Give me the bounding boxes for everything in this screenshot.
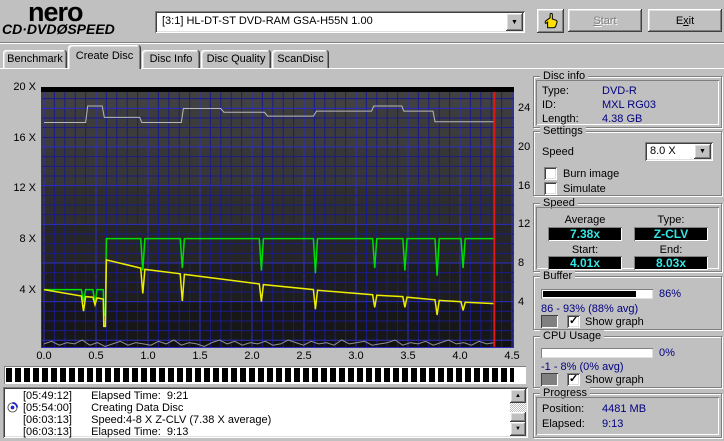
- disc-length-value: 4.38 GB: [602, 113, 643, 125]
- status-log: [05:49:12] Elapsed Time: 9:21 [05:54:00] …: [3, 387, 528, 438]
- speed-start-label: Start:: [571, 244, 599, 256]
- progress-elapsed-value: 9:13: [602, 418, 624, 430]
- cd-dvd-speed-logo: CD·DVDØSPEED: [2, 21, 115, 37]
- speed-end-value: 8.03x: [634, 256, 708, 270]
- toolbar: nero CD·DVDØSPEED [3:1] HL-DT-ST DVD-RAM…: [0, 0, 724, 42]
- speed-select-dropdown-arrow[interactable]: ▼: [694, 144, 711, 159]
- right-axis-tick: 20: [518, 141, 531, 153]
- left-axis-tick: 12 X: [13, 182, 36, 195]
- cpu-range: -1 - 8% (0% avg): [541, 361, 624, 373]
- exit-button[interactable]: Ex it: [648, 9, 722, 32]
- simulate-label: Simulate: [563, 183, 606, 195]
- buffer-groupbox: Buffer 86% 86 - 93% (88% avg) Show graph: [533, 270, 722, 330]
- progress-position-value: 4481 MB: [602, 403, 647, 415]
- buffer-percent: 86%: [659, 288, 682, 300]
- drive-selector-dropdown-arrow[interactable]: ▼: [506, 13, 523, 31]
- cpu-graph-color-swatch[interactable]: [541, 373, 558, 386]
- log-scrollbar[interactable]: ▲ ▼: [510, 389, 526, 436]
- x-axis-tick: 2.0: [244, 350, 260, 362]
- burn-image-label: Burn image: [563, 168, 620, 180]
- speed-type-value: Z-CLV: [634, 227, 708, 241]
- log-line: [05:54:00] Creating Data Disc: [7, 402, 183, 414]
- x-axis-tick: 0.5: [88, 350, 104, 362]
- buffer-show-graph-label: Show graph: [585, 316, 644, 328]
- burn-progress-bar: [4, 366, 526, 384]
- eject-hand-button[interactable]: [537, 9, 564, 33]
- right-axis-tick: 8: [518, 256, 525, 269]
- speed-average-value: 7.38x: [548, 227, 622, 241]
- cpu-meter: [541, 348, 653, 358]
- disc-length-label: Length:: [542, 113, 579, 125]
- x-axis-tick: 3.5: [400, 350, 416, 362]
- scroll-up-button[interactable]: ▲: [510, 389, 526, 403]
- tab-benchmark[interactable]: Benchmark: [3, 50, 67, 69]
- left-axis-tick: 20 X: [13, 81, 36, 93]
- toolbar-divider: [0, 42, 724, 44]
- x-axis-tick: 2.5: [296, 350, 312, 362]
- right-axis-tick: 12: [518, 218, 531, 231]
- speed-end-label: End:: [659, 244, 683, 256]
- x-axis-tick: 4.0: [452, 350, 468, 362]
- disc-type-value: DVD-R: [602, 85, 637, 97]
- disc-id-value: MXL RG03: [602, 99, 657, 111]
- progress-elapsed-label: Elapsed:: [542, 418, 585, 430]
- tab-disc-info[interactable]: Disc Info: [142, 50, 200, 69]
- progress-position-label: Position:: [542, 403, 585, 415]
- disc-type-label: Type:: [542, 85, 569, 97]
- disc-info-groupbox: Disc info Type: DVD-R ID: MXL RG03 Lengt…: [533, 70, 722, 128]
- start-button[interactable]: Start: [568, 9, 642, 32]
- x-axis-tick: 1.0: [140, 350, 156, 362]
- settings-title: Settings: [540, 125, 586, 137]
- buffer-graph-color-swatch[interactable]: [541, 315, 558, 328]
- hand-cursor-icon: [544, 12, 558, 29]
- tab-create-disc[interactable]: Create Disc: [68, 45, 141, 69]
- left-axis-tick: 8 X: [19, 232, 36, 245]
- right-axis-tick: 16: [518, 179, 531, 192]
- right-axis-tick: 24: [518, 102, 531, 115]
- buffer-show-graph-checkbox[interactable]: [567, 314, 580, 328]
- log-line: [05:49:12] Elapsed Time: 9:21: [23, 390, 189, 402]
- burn-progress-fill: [6, 368, 514, 382]
- scroll-down-button[interactable]: ▼: [510, 422, 526, 436]
- log-line: [06:03:13] Elapsed Time: 9:13: [23, 426, 189, 438]
- buffer-meter-fill: [543, 291, 636, 297]
- cpu-groupbox: CPU Usage 0% -1 - 8% (0% avg) Show graph: [533, 330, 722, 388]
- burn-status-icon: [7, 402, 18, 413]
- speed-select-label: Speed: [542, 146, 574, 158]
- speed-select-combobox[interactable]: 8.0 X ▼: [645, 142, 713, 161]
- left-axis-tick: 16 X: [13, 131, 36, 144]
- x-axis-tick: 4.5: [504, 350, 520, 362]
- speed-groupbox: Speed Average Type: 7.38x Z-CLV Start: E…: [533, 197, 722, 272]
- write-speed-chart: [41, 87, 514, 348]
- cpu-show-graph-checkbox[interactable]: [567, 372, 580, 386]
- left-axis-tick: 4 X: [19, 283, 36, 296]
- cpu-percent: 0%: [659, 347, 675, 359]
- progress-groupbox: Progress Position: 4481 MB Elapsed: 9:13: [533, 387, 722, 438]
- burn-image-checkbox[interactable]: [544, 167, 557, 180]
- drive-selector-combobox[interactable]: [3:1] HL-DT-ST DVD-RAM GSA-H55N 1.00 ▼: [155, 11, 525, 33]
- x-axis-tick: 3.0: [348, 350, 364, 362]
- tab-scandisc[interactable]: ScanDisc: [272, 50, 329, 69]
- simulate-checkbox[interactable]: [544, 182, 557, 195]
- right-axis-tick: 4: [518, 295, 525, 308]
- speed-average-label: Average: [564, 214, 606, 226]
- cpu-show-graph-label: Show graph: [585, 374, 644, 386]
- scrollbar-thumb[interactable]: [510, 412, 526, 422]
- cpu-title: CPU Usage: [540, 330, 605, 342]
- drive-selector-value: [3:1] HL-DT-ST DVD-RAM GSA-H55N 1.00: [162, 15, 373, 27]
- x-axis-tick: 1.5: [192, 350, 208, 362]
- speed-type-label: Type:: [657, 214, 685, 226]
- log-line: [06:03:13] Speed:4-8 X Z-CLV (7.38 X ave…: [23, 414, 272, 426]
- speed-select-value: 8.0 X: [650, 145, 676, 157]
- settings-groupbox: Settings Speed 8.0 X ▼ Burn image Simula…: [533, 125, 722, 196]
- buffer-title: Buffer: [540, 270, 576, 282]
- disc-id-label: ID:: [542, 99, 557, 111]
- tab-disc-quality[interactable]: Disc Quality: [201, 50, 271, 69]
- nero-cd-dvd-speed-window: { "titlebar": { "logo_line1": "nero", "l…: [0, 0, 724, 441]
- buffer-meter: [541, 289, 653, 299]
- buffer-range: 86 - 93% (88% avg): [541, 303, 639, 315]
- tab-strip: Benchmark Create Disc Disc Info Disc Qualit…: [0, 45, 724, 69]
- x-axis-tick: 0.0: [36, 350, 52, 362]
- speed-start-value: 4.01x: [548, 256, 622, 270]
